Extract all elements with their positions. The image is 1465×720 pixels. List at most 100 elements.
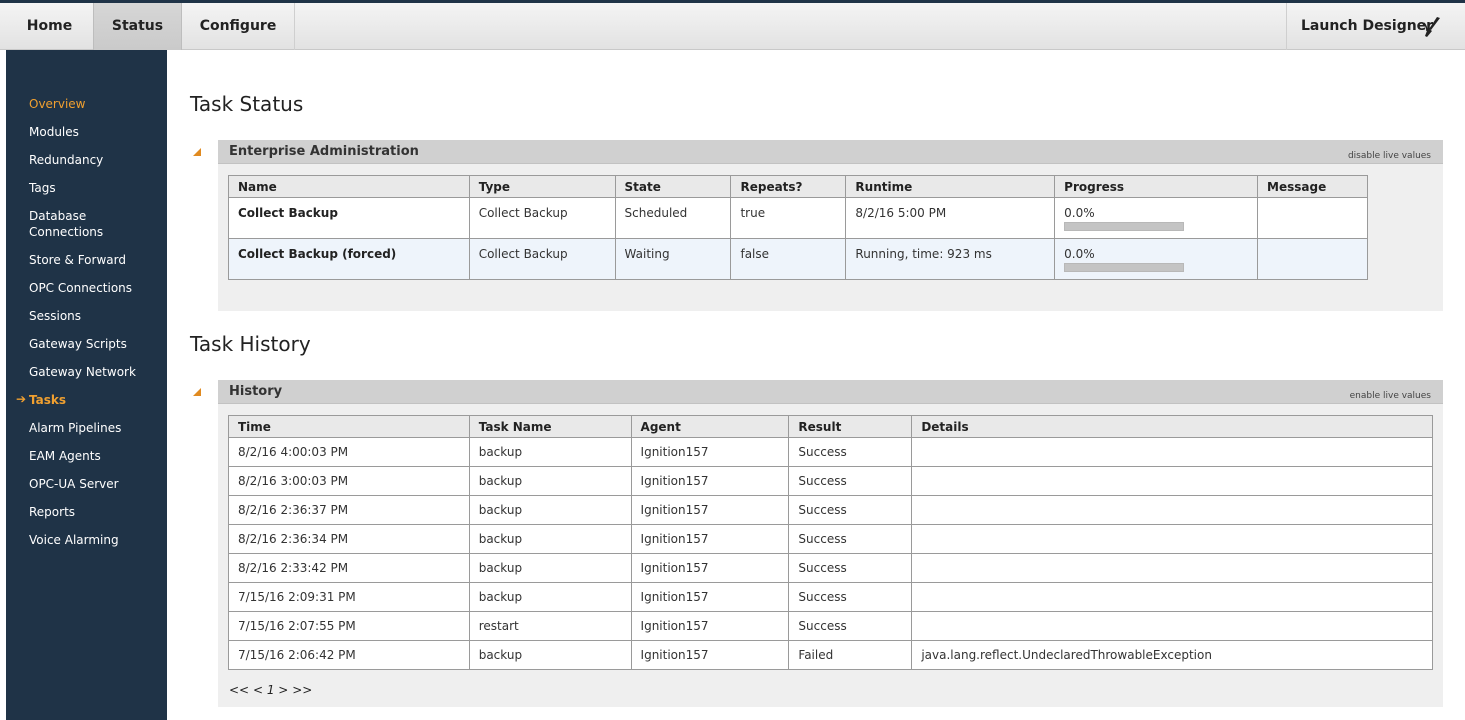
column-header[interactable]: Message [1257, 175, 1368, 198]
history-task-cell: backup [468, 495, 632, 525]
history-body: 8/2/16 4:00:03 PM backup Ignition157 Succes… [228, 437, 1433, 670]
history-details-cell [911, 437, 1433, 467]
history-details-cell: java.lang.reflect.UndeclaredThrowableExc… [911, 640, 1433, 670]
table-row: Collect Backup Collect Backup Scheduled … [228, 197, 1368, 239]
sidebar-item-tasks[interactable]: Tasks [29, 392, 66, 408]
history-result-cell: Success [788, 495, 913, 525]
task-state-cell: Scheduled [614, 197, 732, 239]
table-row: 8/2/16 2:33:42 PM backup Ignition157 Succes… [228, 553, 1433, 583]
history-task-cell: backup [468, 466, 632, 496]
history-task-cell: backup [468, 437, 632, 467]
column-header[interactable]: Task Name [468, 415, 632, 438]
history-details-cell [911, 611, 1433, 641]
sidebar-item-eam-agents[interactable]: EAM Agents [29, 448, 101, 464]
sidebar-item-redundancy[interactable]: Redundancy [29, 152, 103, 168]
history-agent-cell: Ignition157 [630, 437, 790, 467]
pen-tool-icon [1423, 17, 1440, 37]
sidebar-item-voice-alarming[interactable]: Voice Alarming [29, 532, 119, 548]
task-message-cell [1257, 238, 1368, 280]
column-header[interactable]: Runtime [845, 175, 1056, 198]
table-row: 8/2/16 3:00:03 PM backup Ignition157 Succes… [228, 466, 1433, 496]
table-header-row: Name Type State Repeats? Runtime Progres… [228, 175, 1368, 198]
first-page-link[interactable]: << [229, 683, 249, 697]
column-header[interactable]: Type [468, 175, 616, 198]
column-header[interactable]: Agent [630, 415, 790, 438]
triangle-collapse-icon[interactable] [193, 148, 201, 156]
sidebar-item-store-forward[interactable]: Store & Forward [29, 252, 126, 268]
enable-live-values-link[interactable]: enable live values [1350, 391, 1431, 401]
top-navigation-bar: Home Status Configure Launch Designer [0, 0, 1465, 50]
history-time-cell: 8/2/16 2:36:34 PM [228, 524, 470, 554]
history-task-cell: restart [468, 611, 632, 641]
column-header[interactable]: Progress [1054, 175, 1259, 198]
task-message-cell [1257, 197, 1368, 239]
history-details-cell [911, 582, 1433, 612]
history-result-cell: Success [788, 611, 913, 641]
task-status-heading: Task Status [190, 92, 304, 116]
history-time-cell: 8/2/16 3:00:03 PM [228, 466, 470, 496]
launch-designer-button[interactable]: Launch Designer [1286, 3, 1465, 50]
column-header[interactable]: Time [228, 415, 470, 438]
sidebar-item-gateway-network[interactable]: Gateway Network [29, 364, 136, 380]
panel-header: History enable live values [218, 380, 1443, 404]
sidebar-item-database-connections[interactable]: Database Connections [29, 208, 103, 240]
sidebar-item-sessions[interactable]: Sessions [29, 308, 81, 324]
history-agent-cell: Ignition157 [630, 553, 790, 583]
panel-title: Enterprise Administration [229, 144, 419, 159]
history-time-cell: 8/2/16 2:36:37 PM [228, 495, 470, 525]
sidebar-item-tags[interactable]: Tags [29, 180, 56, 196]
task-repeats-cell: false [730, 238, 847, 280]
column-header[interactable]: Name [228, 175, 470, 198]
history-result-cell: Failed [788, 640, 913, 670]
sidebar-item-opc-connections[interactable]: OPC Connections [29, 280, 132, 296]
sidebar-item-modules[interactable]: Modules [29, 124, 79, 140]
table-row: 7/15/16 2:09:31 PM backup Ignition157 Succe… [228, 582, 1433, 612]
triangle-collapse-icon[interactable] [193, 388, 201, 396]
sidebar-item-overview[interactable]: Overview [29, 96, 86, 112]
sidebar-item-label-line1: Database [29, 209, 87, 223]
history-details-cell [911, 495, 1433, 525]
task-history-table: Time Task Name Agent Result Details 8/2/… [228, 415, 1433, 670]
history-agent-cell: Ignition157 [630, 495, 790, 525]
history-agent-cell: Ignition157 [630, 582, 790, 612]
nav-configure[interactable]: Configure [182, 3, 295, 50]
column-header[interactable]: State [614, 175, 732, 198]
column-header[interactable]: Details [911, 415, 1433, 438]
table-row: 8/2/16 2:36:37 PM backup Ignition157 Succes… [228, 495, 1433, 525]
sidebar-item-alarm-pipelines[interactable]: Alarm Pipelines [29, 420, 121, 436]
task-state-cell: Waiting [614, 238, 732, 280]
history-agent-cell: Ignition157 [630, 611, 790, 641]
table-row: 8/2/16 2:36:34 PM backup Ignition157 Succes… [228, 524, 1433, 554]
nav-status[interactable]: Status [93, 3, 182, 50]
nav-home[interactable]: Home [6, 3, 93, 50]
sidebar-item-reports[interactable]: Reports [29, 504, 75, 520]
disable-live-values-link[interactable]: disable live values [1348, 151, 1431, 161]
panel-title: History [229, 384, 283, 399]
next-page-link[interactable]: > [278, 683, 288, 697]
sidebar-item-opc-ua-server[interactable]: OPC-UA Server [29, 476, 119, 492]
table-row: Collect Backup (forced) Collect Backup W… [228, 238, 1368, 280]
column-header[interactable]: Repeats? [730, 175, 847, 198]
table-row: 7/15/16 2:07:55 PM restart Ignition157 Succ… [228, 611, 1433, 641]
page-number-link[interactable]: 1 [267, 683, 275, 697]
last-page-link[interactable]: >> [292, 683, 312, 697]
task-progress-cell: 0.0% [1054, 197, 1259, 239]
arrow-right-icon: ➔ [16, 392, 27, 406]
prev-page-link[interactable]: < [253, 683, 263, 697]
task-progress-cell: 0.0% [1054, 238, 1259, 280]
progress-text: 0.0% [1064, 247, 1095, 261]
column-header[interactable]: Result [788, 415, 913, 438]
sidebar: Overview Modules Redundancy Tags Databas… [6, 50, 167, 720]
history-time-cell: 7/15/16 2:06:42 PM [228, 640, 470, 670]
history-agent-cell: Ignition157 [630, 524, 790, 554]
pagination: << < 1 > >> [229, 683, 312, 697]
progress-text: 0.0% [1064, 206, 1095, 220]
table-header-row: Time Task Name Agent Result Details [228, 415, 1433, 438]
history-task-cell: backup [468, 553, 632, 583]
panel-header: Enterprise Administration disable live v… [218, 140, 1443, 164]
history-time-cell: 8/2/16 4:00:03 PM [228, 437, 470, 467]
sidebar-item-gateway-scripts[interactable]: Gateway Scripts [29, 336, 127, 352]
task-name-cell: Collect Backup (forced) [228, 238, 470, 280]
history-task-cell: backup [468, 640, 632, 670]
history-time-cell: 8/2/16 2:33:42 PM [228, 553, 470, 583]
